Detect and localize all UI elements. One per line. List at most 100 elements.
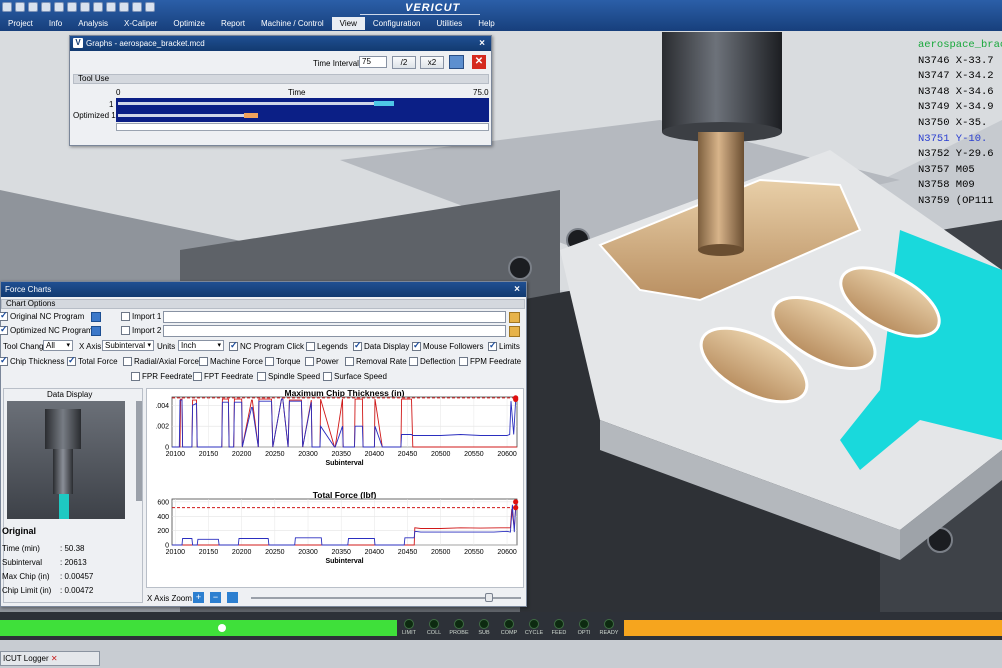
units-select[interactable]: Inch xyxy=(178,340,224,351)
nc-line[interactable]: N3758 M09 xyxy=(918,178,1002,194)
force-close-icon[interactable]: × xyxy=(514,282,520,297)
checkbox[interactable] xyxy=(121,312,130,322)
data-display-scrollbar[interactable] xyxy=(136,401,142,501)
progress-indicator[interactable] xyxy=(218,624,226,632)
zoom-slider-thumb[interactable] xyxy=(485,593,493,602)
nc-line[interactable]: N3747 X-34.2 xyxy=(918,69,1002,85)
tool-change-select[interactable]: All xyxy=(43,340,73,351)
option-radial-axial-force[interactable]: Radial/Axial Force xyxy=(123,357,199,367)
nc-line[interactable]: N3750 X-35. xyxy=(918,116,1002,132)
checkbox[interactable] xyxy=(67,355,76,367)
logger-close-icon[interactable]: ✕ xyxy=(51,654,58,663)
menu-item-configuration[interactable]: Configuration xyxy=(365,17,429,30)
charts-area[interactable]: Maximum Chip Thickness (in) 0.002.004 2010… xyxy=(146,388,524,588)
import-path-field[interactable] xyxy=(163,311,506,323)
checkbox[interactable] xyxy=(306,342,315,352)
delete-icon[interactable]: ✕ xyxy=(472,55,486,69)
info-icon[interactable] xyxy=(28,2,38,12)
option-chip-thickness[interactable]: Chip Thickness xyxy=(0,355,65,367)
tool-use-timeline[interactable] xyxy=(116,98,489,122)
play-icon[interactable] xyxy=(54,2,64,12)
checkbox[interactable] xyxy=(123,357,132,367)
logger-tab[interactable]: ICUT Logger ✕ xyxy=(0,651,100,666)
menu-item-x-caliper[interactable]: X-Caliper xyxy=(116,17,165,30)
graph-settings-icon[interactable] xyxy=(449,55,464,69)
checkbox[interactable] xyxy=(353,340,362,352)
option-mouse-followers[interactable]: Mouse Followers xyxy=(412,340,483,352)
nc-line[interactable]: N3759 (OP111 xyxy=(918,194,1002,210)
zoom-in-icon[interactable]: + xyxy=(193,592,204,603)
option-machine-force[interactable]: Machine Force xyxy=(199,357,263,367)
force-titlebar[interactable]: Force Charts × xyxy=(1,282,526,297)
image-icon[interactable] xyxy=(119,2,129,12)
save-icon[interactable] xyxy=(15,2,25,12)
save-icon[interactable] xyxy=(91,326,101,336)
checkbox[interactable] xyxy=(412,340,421,352)
force-charts-svg[interactable]: Maximum Chip Thickness (in)0.002.0042010… xyxy=(147,388,523,587)
checkbox[interactable] xyxy=(323,372,332,382)
zoom-fit-icon[interactable] xyxy=(227,592,238,603)
step-icon[interactable] xyxy=(67,2,77,12)
option-data-display[interactable]: Data Display xyxy=(353,340,409,352)
option-fpt-feedrate[interactable]: FPT Feedrate xyxy=(193,372,253,382)
menu-item-analysis[interactable]: Analysis xyxy=(70,17,116,30)
checkbox[interactable] xyxy=(0,324,8,336)
timeline-scrollbar[interactable] xyxy=(116,123,489,131)
checkbox[interactable] xyxy=(0,355,8,367)
graphs-titlebar[interactable]: V Graphs - aerospace_bracket.mcd × xyxy=(70,36,491,51)
nc-line[interactable]: N3757 M05 xyxy=(918,163,1002,179)
option-import-1[interactable]: Import 1 xyxy=(121,312,161,322)
option-limits[interactable]: Limits xyxy=(488,340,520,352)
option-spindle-speed[interactable]: Spindle Speed xyxy=(257,372,320,382)
menu-item-machine-control[interactable]: Machine / Control xyxy=(253,17,332,30)
save-icon[interactable] xyxy=(91,312,101,322)
checkbox[interactable] xyxy=(345,357,354,367)
close-icon[interactable]: × xyxy=(479,36,485,51)
checkbox[interactable] xyxy=(121,326,130,336)
open-icon[interactable] xyxy=(2,2,12,12)
option-legends[interactable]: Legends xyxy=(306,342,348,352)
option-removal-rate[interactable]: Removal Rate xyxy=(345,357,407,367)
checkbox[interactable] xyxy=(199,357,208,367)
option-torque[interactable]: Torque xyxy=(265,357,300,367)
option-total-force[interactable]: Total Force xyxy=(67,355,118,367)
checkbox[interactable] xyxy=(229,340,238,352)
halve-interval-button[interactable]: /2 xyxy=(392,56,416,69)
option-original-nc-program[interactable]: Original NC Program xyxy=(0,310,84,322)
double-interval-button[interactable]: x2 xyxy=(420,56,444,69)
nc-line[interactable]: N3752 Y-29.6 xyxy=(918,147,1002,163)
open-folder-icon-2[interactable] xyxy=(509,326,520,337)
option-fpr-feedrate[interactable]: FPR Feedrate xyxy=(131,372,192,382)
menu-item-utilities[interactable]: Utilities xyxy=(428,17,470,30)
checkbox[interactable] xyxy=(193,372,202,382)
checkbox[interactable] xyxy=(459,357,468,367)
checkbox[interactable] xyxy=(305,357,314,367)
nc-line[interactable]: N3751 Y-10. xyxy=(918,132,1002,148)
nc-line[interactable]: N3749 X-34.9 xyxy=(918,100,1002,116)
option-import-2[interactable]: Import 2 xyxy=(121,326,161,336)
stop-icon[interactable] xyxy=(93,2,103,12)
option-optimized-nc-program[interactable]: Optimized NC Program xyxy=(0,324,93,336)
zoom-slider-track[interactable] xyxy=(251,597,521,599)
zoom-out-icon[interactable]: − xyxy=(210,592,221,603)
option-power[interactable]: Power xyxy=(305,357,339,367)
layout-icon[interactable] xyxy=(132,2,142,12)
view-icon[interactable] xyxy=(106,2,116,12)
force-charts-window[interactable]: Force Charts × Chart Options Original NC… xyxy=(0,281,527,607)
menu-item-project[interactable]: Project xyxy=(0,17,41,30)
graphs-window[interactable]: V Graphs - aerospace_bracket.mcd × Time … xyxy=(69,35,492,146)
menu-item-optimize[interactable]: Optimize xyxy=(165,17,213,30)
menu-item-report[interactable]: Report xyxy=(213,17,253,30)
option-deflection[interactable]: Deflection xyxy=(409,357,456,367)
checkbox[interactable] xyxy=(488,340,497,352)
checkbox[interactable] xyxy=(0,310,8,322)
help-icon[interactable] xyxy=(145,2,155,12)
option-nc-program-click[interactable]: NC Program Click xyxy=(229,340,304,352)
nc-line[interactable]: N3746 X-33.7 xyxy=(918,54,1002,70)
reset-icon[interactable] xyxy=(41,2,51,12)
checkbox[interactable] xyxy=(409,357,418,367)
import-path-field[interactable] xyxy=(163,325,506,337)
option-fpm-feedrate[interactable]: FPM Feedrate xyxy=(459,357,521,367)
open-folder-icon[interactable] xyxy=(509,312,520,323)
checkbox[interactable] xyxy=(265,357,274,367)
